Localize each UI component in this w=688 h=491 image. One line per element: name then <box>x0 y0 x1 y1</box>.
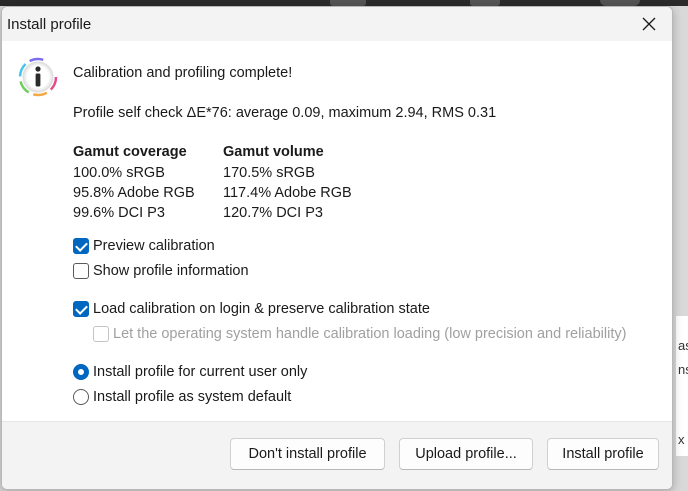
show-profile-info-label[interactable]: Show profile information <box>93 263 249 279</box>
title-bar[interactable]: Install profile <box>2 7 672 41</box>
dialog-title: Install profile <box>7 16 92 33</box>
dialog-content: Calibration and profiling complete! Prof… <box>2 41 672 421</box>
background-text: ns <box>678 362 688 377</box>
background-text: as <box>678 338 688 353</box>
completion-heading: Calibration and profiling complete! <box>73 65 293 81</box>
info-icon <box>18 57 58 97</box>
gamut-volume-value: 117.4% Adobe RGB <box>223 185 352 201</box>
gamut-volume-header: Gamut volume <box>223 144 324 160</box>
dialog-footer: Don't install profile Upload profile... … <box>2 421 672 489</box>
background-window-right: as ns x <box>676 316 688 456</box>
gamut-volume-value: 170.5% sRGB <box>223 165 315 181</box>
show-profile-info-checkbox[interactable] <box>73 263 89 279</box>
load-calibration-label[interactable]: Load calibration on login & preserve cal… <box>93 301 430 317</box>
gamut-coverage-value: 100.0% sRGB <box>73 165 165 181</box>
close-button[interactable] <box>626 7 672 41</box>
dont-install-button[interactable]: Don't install profile <box>230 438 385 470</box>
self-check-summary: Profile self check ΔE*76: average 0.09, … <box>73 105 497 121</box>
os-handle-calibration-label: Let the operating system handle calibrat… <box>113 326 627 342</box>
preview-calibration-checkbox[interactable] <box>73 238 89 254</box>
install-current-user-radio[interactable] <box>73 364 89 380</box>
install-current-user-label[interactable]: Install profile for current user only <box>93 364 307 380</box>
install-system-default-radio[interactable] <box>73 389 89 405</box>
install-system-default-label[interactable]: Install profile as system default <box>93 389 291 405</box>
gamut-coverage-header: Gamut coverage <box>73 144 187 160</box>
install-profile-dialog: Install profile Calibration and profilin… <box>1 6 673 490</box>
os-handle-calibration-checkbox <box>93 326 109 342</box>
gamut-coverage-value: 99.6% DCI P3 <box>73 205 165 221</box>
gamut-volume-value: 120.7% DCI P3 <box>223 205 323 221</box>
preview-calibration-label[interactable]: Preview calibration <box>93 238 215 254</box>
upload-profile-button[interactable]: Upload profile... <box>399 438 533 470</box>
load-calibration-checkbox[interactable] <box>73 301 89 317</box>
install-profile-button[interactable]: Install profile <box>547 438 659 470</box>
close-icon <box>642 17 656 31</box>
gamut-coverage-value: 95.8% Adobe RGB <box>73 185 195 201</box>
background-text: x <box>678 432 685 447</box>
